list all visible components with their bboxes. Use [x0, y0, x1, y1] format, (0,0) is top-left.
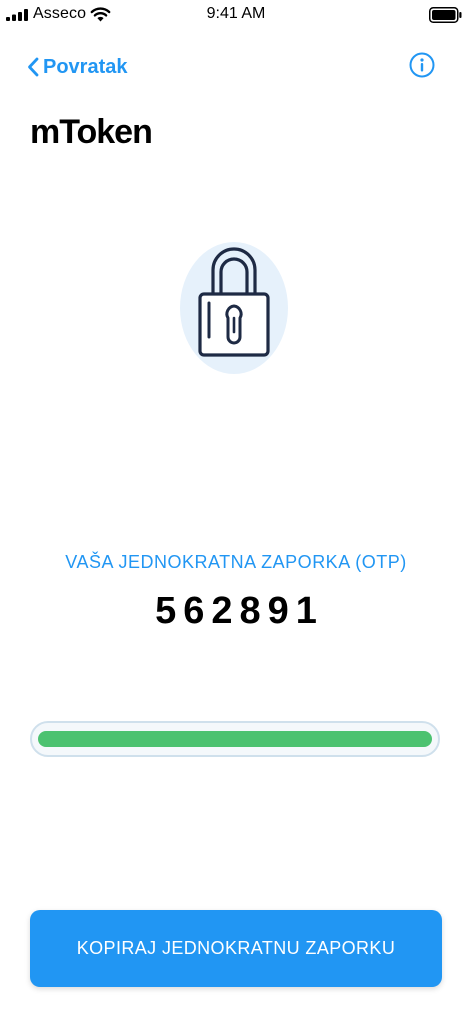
chevron-left-icon — [28, 57, 39, 77]
battery-icon — [429, 7, 462, 23]
info-icon[interactable] — [409, 52, 435, 78]
lock-icon — [180, 242, 288, 374]
back-button-label: Povratak — [43, 55, 128, 78]
status-time: 9:41 AM — [206, 5, 266, 22]
otp-validity-progress-fill — [38, 731, 432, 747]
copy-otp-button[interactable]: KOPIRAJ JEDNOKRATNU ZAPORKU — [30, 910, 442, 987]
back-button[interactable]: Povratak — [27, 52, 128, 82]
otp-validity-progress — [30, 721, 440, 757]
status-bar: Asseco 9:41 AM — [0, 0, 472, 30]
page-title: mToken — [30, 113, 153, 151]
otp-code: 562891 — [155, 590, 324, 632]
otp-label: VAŠA JEDNOKRATNA ZAPORKA (OTP) — [65, 552, 407, 572]
copy-otp-button-label: KOPIRAJ JEDNOKRATNU ZAPORKU — [76, 938, 396, 958]
